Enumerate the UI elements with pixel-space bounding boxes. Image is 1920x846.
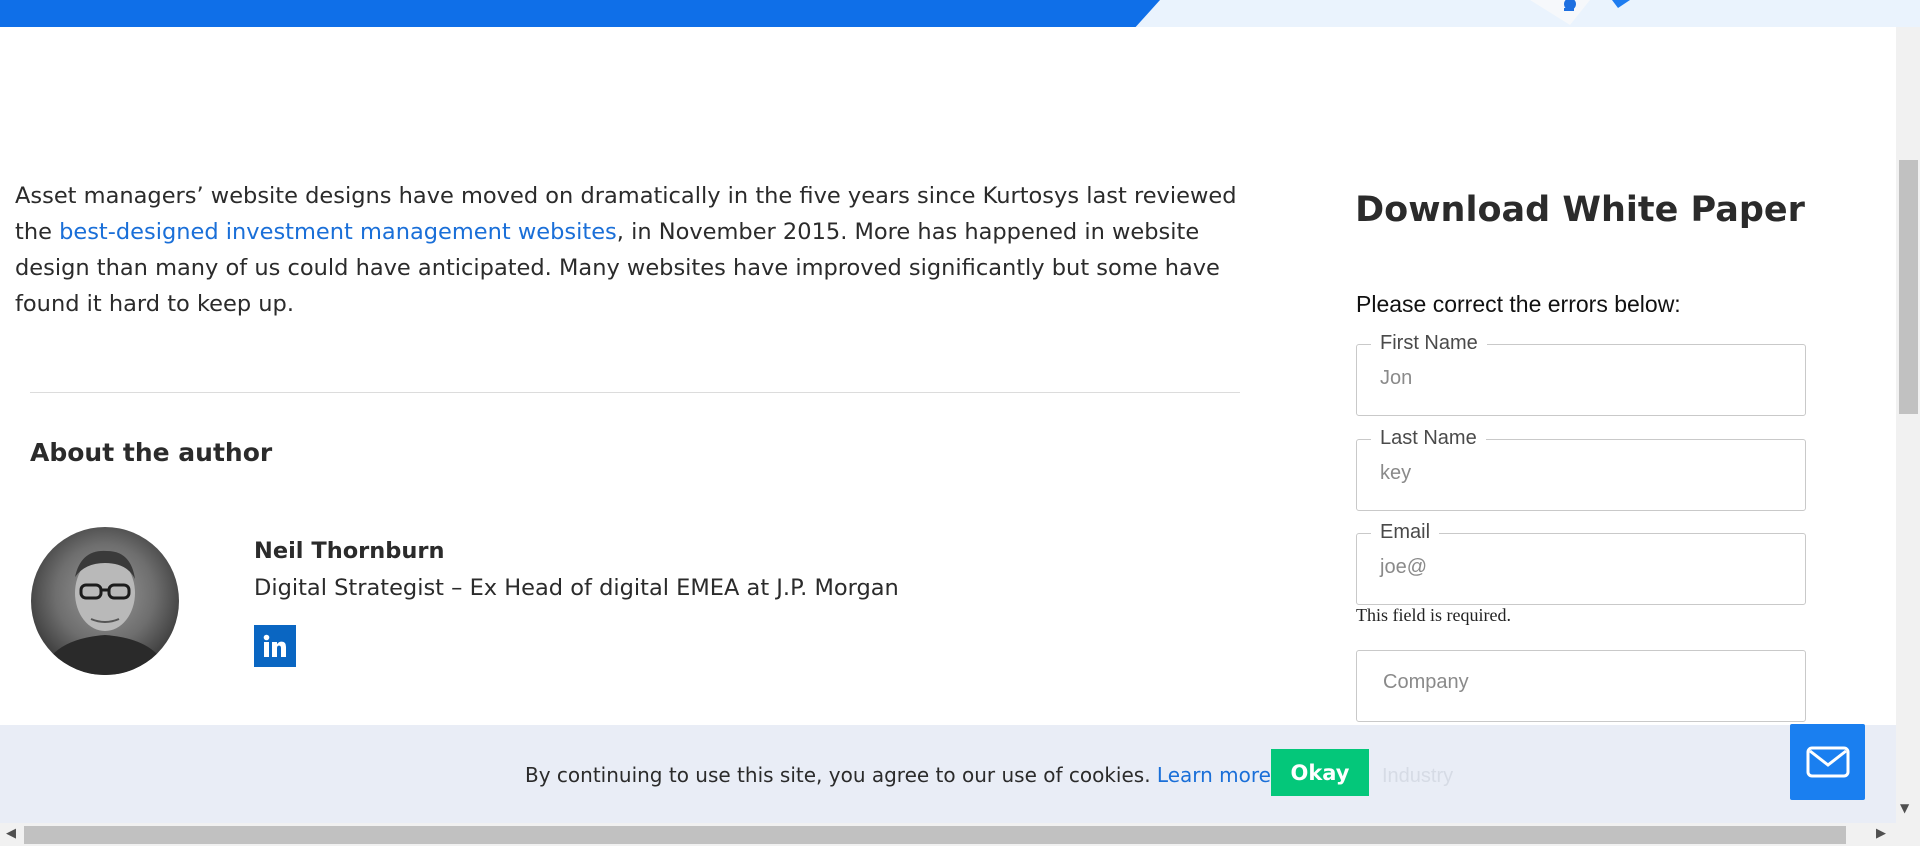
last-name-label: Last Name	[1371, 427, 1486, 450]
top-banner-blue-band	[0, 0, 1160, 27]
email-field[interactable]: Email joe@	[1356, 521, 1806, 605]
author-name: Neil Thornburn	[254, 538, 445, 564]
company-field[interactable]: Company	[1356, 650, 1806, 722]
top-banner	[0, 0, 1920, 27]
email-label: Email	[1371, 521, 1440, 544]
cookie-banner: By continuing to use this site, you agre…	[0, 725, 1896, 823]
scroll-right-arrow-icon[interactable]: ▶	[1876, 826, 1886, 841]
author-portrait-icon	[41, 550, 169, 675]
section-divider	[30, 392, 1240, 393]
banner-illustration-icon	[1530, 0, 1630, 25]
last-name-value: key	[1380, 462, 1412, 484]
last-name-field[interactable]: Last Name key	[1356, 427, 1806, 511]
first-name-field[interactable]: First Name Jon	[1356, 332, 1806, 416]
linkedin-button[interactable]	[254, 625, 296, 667]
author-role: Digital Strategist – Ex Head of digital …	[254, 575, 899, 601]
form-error-message: Please correct the errors below:	[1356, 291, 1681, 317]
company-placeholder: Company	[1383, 671, 1469, 693]
author-avatar	[31, 527, 179, 675]
form-title: Download White Paper	[1355, 190, 1805, 230]
first-name-label: First Name	[1371, 332, 1487, 355]
vertical-scroll-thumb[interactable]	[1899, 160, 1918, 414]
scroll-left-arrow-icon[interactable]: ◀	[6, 826, 16, 841]
linkedin-icon	[263, 634, 286, 657]
cookie-text: By continuing to use this site, you agre…	[525, 763, 1277, 787]
industry-placeholder: Industry	[1382, 765, 1454, 787]
best-designed-websites-link[interactable]: best-designed investment management webs…	[59, 219, 617, 245]
learn-more-link[interactable]: Learn more.	[1157, 763, 1277, 787]
about-author-heading: About the author	[30, 438, 273, 467]
email-error-note: This field is required.	[1356, 605, 1511, 625]
scroll-down-arrow-icon[interactable]: ▼	[1900, 801, 1909, 815]
email-value: joe@	[1380, 556, 1427, 578]
vertical-scrollbar[interactable]	[1896, 27, 1920, 823]
cookie-message: By continuing to use this site, you agre…	[525, 763, 1151, 787]
mail-icon	[1806, 746, 1849, 778]
article-intro-paragraph: Asset managers’ website designs have mov…	[15, 178, 1255, 322]
horizontal-scroll-thumb[interactable]	[24, 826, 1846, 844]
okay-button[interactable]: Okay	[1271, 749, 1369, 796]
first-name-value: Jon	[1380, 367, 1413, 389]
contact-button[interactable]	[1790, 724, 1865, 800]
